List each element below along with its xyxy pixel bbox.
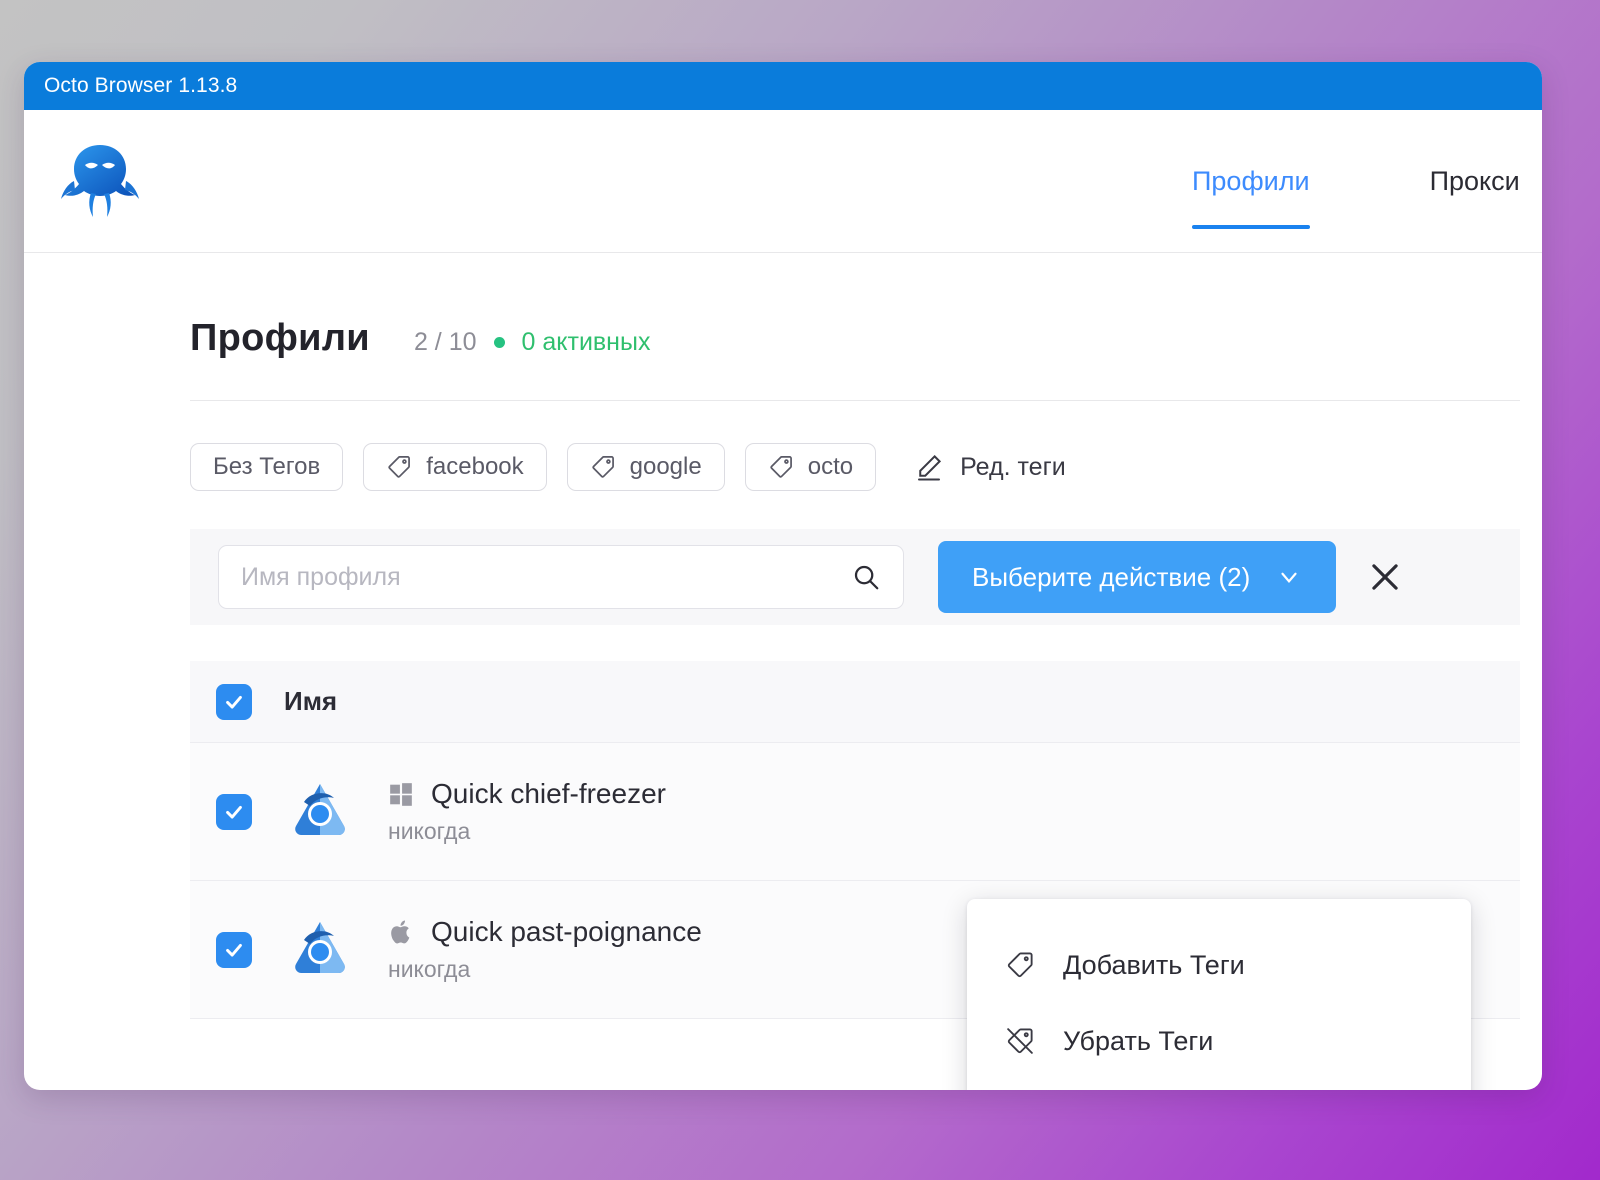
- tab-profiles[interactable]: Профили: [1192, 110, 1310, 253]
- tag-icon: [590, 454, 616, 480]
- tag-icon: [1005, 950, 1035, 980]
- tag-icon: [768, 454, 794, 480]
- tab-proxies[interactable]: Прокси: [1430, 110, 1520, 253]
- main-nav: Профили Прокси: [1192, 110, 1520, 253]
- page-title: Профили: [190, 317, 370, 359]
- profile-avatar-icon: [284, 914, 356, 986]
- toolbar: Выберите действие (2): [190, 529, 1520, 625]
- edit-tags-button[interactable]: Ред. теги: [914, 452, 1066, 482]
- menu-item-add-tags[interactable]: Добавить Теги: [967, 927, 1471, 1003]
- chevron-down-icon: [1276, 564, 1302, 590]
- bulk-action-button[interactable]: Выберите действие (2): [938, 541, 1337, 613]
- profiles-count-total: 2 / 10: [413, 328, 477, 356]
- profile-last-run: никогда: [388, 956, 471, 982]
- app-header: Профили Прокси: [24, 110, 1542, 253]
- status-dot-icon: [493, 337, 505, 348]
- tag-off-icon: [1005, 1026, 1035, 1056]
- tag-filter-facebook[interactable]: facebook: [363, 443, 547, 491]
- tag-filter-octo[interactable]: octo: [744, 443, 877, 491]
- profile-name-line: Quick chief-freezer: [388, 778, 666, 810]
- tab-profiles-label: Профили: [1192, 166, 1310, 196]
- octo-logo-icon: [47, 128, 153, 234]
- search-icon[interactable]: [851, 562, 881, 592]
- search-input[interactable]: [241, 562, 851, 592]
- row-checkbox[interactable]: [216, 931, 252, 968]
- profile-avatar-icon: [284, 776, 356, 848]
- table-header-row: Имя: [190, 661, 1520, 743]
- tag-icon: [386, 454, 412, 480]
- menu-item-remove-tags[interactable]: Убрать Теги: [967, 1003, 1471, 1079]
- titlebar-title: Octo Browser 1.13.8: [44, 74, 238, 97]
- search-box[interactable]: [218, 545, 904, 609]
- apple-icon: [388, 919, 414, 945]
- windows-icon: [388, 781, 414, 807]
- profile-name-line: Quick past-poignance: [388, 916, 702, 948]
- tag-filter-facebook-label: facebook: [426, 453, 524, 480]
- row-checkbox[interactable]: [216, 793, 252, 830]
- profiles-count: 2 / 10 0 активных: [414, 328, 651, 357]
- clear-selection-button[interactable]: [1366, 558, 1404, 596]
- tag-filter-no-tags-label: Без Тегов: [213, 453, 321, 480]
- tag-filter-google-label: google: [629, 453, 702, 480]
- tag-filter-no-tags[interactable]: Без Тегов: [190, 443, 344, 491]
- tag-filter-row: Без Тегов facebook google octo Ред. теги: [24, 401, 1542, 491]
- select-all-checkbox[interactable]: [216, 683, 252, 720]
- table-row[interactable]: Quick chief-freezer никогда: [190, 743, 1520, 881]
- profile-name: Quick past-poignance: [431, 916, 702, 947]
- profiles-count-active: 0 активных: [521, 328, 651, 356]
- profile-cell: Quick past-poignance никогда: [388, 916, 702, 983]
- edit-tags-label: Ред. теги: [960, 452, 1066, 481]
- tag-filter-octo-label: octo: [807, 453, 854, 480]
- pencil-icon: [914, 452, 944, 482]
- app-window: Octo Browser 1.13.8 Профили Прокси Профи…: [24, 62, 1542, 1090]
- profile-name: Quick chief-freezer: [431, 778, 666, 809]
- bulk-action-label: Выберите действие (2): [972, 561, 1251, 592]
- column-header-name: Имя: [284, 686, 338, 716]
- profile-last-run: никогда: [388, 818, 471, 844]
- page-content: Профили 2 / 10 0 активных Без Тегов face…: [24, 253, 1542, 1090]
- tag-filter-google[interactable]: google: [566, 443, 725, 491]
- tab-proxies-label: Прокси: [1429, 166, 1520, 196]
- menu-item-add-tags-label: Добавить Теги: [1063, 949, 1245, 980]
- menu-item-remove-tags-label: Убрать Теги: [1063, 1025, 1214, 1056]
- profile-cell: Quick chief-freezer никогда: [388, 778, 666, 845]
- page-header: Профили 2 / 10 0 активных: [24, 253, 1542, 360]
- titlebar: Octo Browser 1.13.8: [24, 62, 1542, 110]
- bulk-action-dropdown: Добавить Теги Убрать Теги: [967, 899, 1471, 1090]
- menu-item-set-proxy[interactable]: Установить Прокси: [967, 1079, 1471, 1090]
